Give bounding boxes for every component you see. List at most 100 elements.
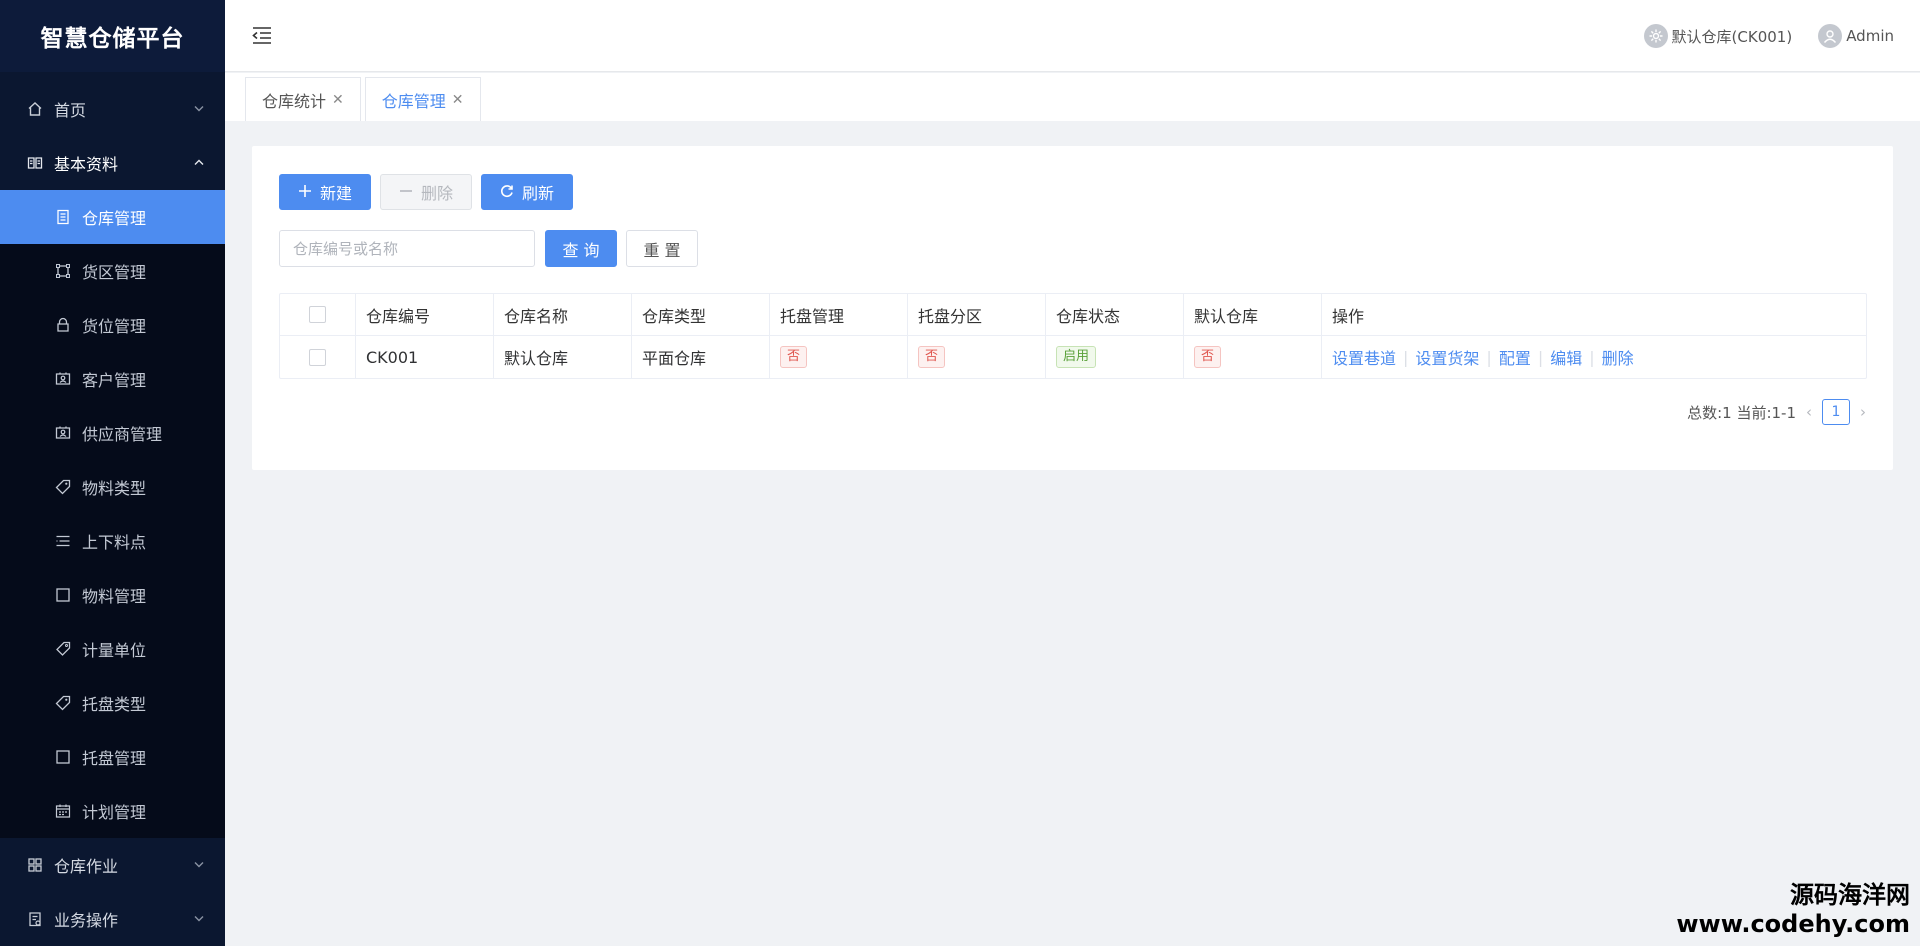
sidebar-item-plan-mgmt[interactable]: 计划管理 — [0, 784, 225, 838]
sidebar-item-warehouse-mgmt[interactable]: 仓库管理 — [0, 190, 225, 244]
contact-card-icon — [54, 424, 72, 442]
sidebar-item-location-mgmt[interactable]: 货位管理 — [0, 298, 225, 352]
lock-icon — [54, 316, 72, 334]
plus-icon — [298, 183, 312, 202]
list-icon — [54, 532, 72, 550]
page-number[interactable]: 1 — [1822, 399, 1850, 425]
grid-icon — [26, 856, 44, 874]
calendar-icon — [54, 802, 72, 820]
tab-warehouse-stats[interactable]: 仓库统计 ✕ — [245, 77, 361, 121]
cell-default: 否 — [1184, 336, 1322, 378]
menu-fold-icon[interactable] — [251, 24, 273, 46]
reset-button-label: 重 置 — [643, 240, 681, 260]
cell-type: 平面仓库 — [632, 336, 770, 378]
chevron-right-icon[interactable]: › — [1860, 403, 1866, 421]
sidebar-item-area-mgmt[interactable]: 货区管理 — [0, 244, 225, 298]
current-warehouse-label: 默认仓库(CK001) — [1671, 27, 1793, 46]
cell-status: 启用 — [1046, 336, 1184, 378]
sidebar-item-basic-data[interactable]: 基本资料 — [0, 136, 225, 190]
sidebar-item-label: 物料类型 — [82, 479, 147, 498]
user-name: Admin — [1846, 27, 1894, 45]
sidebar-item-business-ops[interactable]: 业务操作 — [0, 892, 225, 946]
sidebar-item-material-type[interactable]: 物料类型 — [0, 460, 225, 514]
cell-code: CK001 — [356, 336, 494, 378]
sidebar-item-loading-points[interactable]: 上下料点 — [0, 514, 225, 568]
query-button[interactable]: 查 询 — [545, 230, 617, 267]
column-header: 默认仓库 — [1184, 293, 1322, 336]
tag-icon — [54, 694, 72, 712]
sidebar-item-label: 货区管理 — [82, 263, 147, 282]
table-header-row: 仓库编号 仓库名称 仓库类型 托盘管理 托盘分区 仓库状态 默认仓库 操作 — [280, 293, 1866, 336]
close-icon[interactable]: ✕ — [332, 92, 344, 108]
column-header: 仓库编号 — [356, 293, 494, 336]
query-button-label: 查 询 — [562, 240, 600, 260]
cell-pallet-mgmt: 否 — [770, 336, 908, 378]
column-header: 操作 — [1332, 306, 1365, 326]
divider: | — [1486, 347, 1492, 367]
cell-name: 默认仓库 — [494, 336, 632, 378]
contact-card-icon — [54, 370, 72, 388]
chevron-left-icon[interactable]: ‹ — [1806, 403, 1812, 421]
column-header: 仓库名称 — [494, 293, 632, 336]
refresh-button-label: 刷新 — [521, 184, 554, 203]
delete-link[interactable]: 删除 — [1602, 345, 1634, 369]
new-button[interactable]: 新建 — [279, 174, 371, 210]
column-header: 仓库类型 — [632, 293, 770, 336]
row-checkbox-cell — [280, 336, 356, 378]
area-icon — [54, 262, 72, 280]
tab-warehouse-mgmt[interactable]: 仓库管理 ✕ — [364, 77, 481, 121]
refresh-button[interactable]: 刷新 — [481, 174, 573, 210]
pagination-summary: 总数:1 当前:1-1 — [1687, 403, 1796, 422]
watermark-line1: 源码海洋网 — [1790, 881, 1910, 909]
refresh-icon — [500, 183, 514, 202]
tab-bar: 仓库统计 ✕ 仓库管理 ✕ — [225, 73, 1920, 121]
delete-button-label: 删除 — [420, 184, 453, 203]
status-badge: 否 — [918, 346, 946, 368]
header-right: 默认仓库(CK001) Admin — [1643, 0, 1894, 72]
reset-button[interactable]: 重 置 — [626, 230, 698, 267]
sidebar-item-pallet-mgmt[interactable]: 托盘管理 — [0, 730, 225, 784]
status-badge: 否 — [780, 346, 808, 368]
user-menu[interactable]: Admin — [1818, 24, 1894, 48]
sidebar-item-label: 计量单位 — [82, 641, 147, 660]
search-input[interactable] — [279, 230, 535, 267]
tag-icon — [54, 478, 72, 496]
row-checkbox[interactable] — [309, 348, 326, 366]
gear-icon — [1643, 24, 1668, 48]
header-checkbox-cell — [280, 293, 356, 336]
column-header: 托盘分区 — [908, 293, 1046, 336]
new-button-label: 新建 — [319, 184, 352, 203]
sidebar-item-label: 供应商管理 — [82, 425, 163, 444]
app-logo-title: 智慧仓储平台 — [0, 0, 225, 72]
sidebar-item-pallet-type[interactable]: 托盘类型 — [0, 676, 225, 730]
set-aisle-link[interactable]: 设置巷道 — [1332, 345, 1396, 369]
document-icon — [54, 208, 72, 226]
delete-button[interactable]: 删除 — [380, 174, 472, 210]
sidebar-item-home[interactable]: 首页 — [0, 82, 225, 136]
divider: | — [1589, 347, 1595, 367]
chevron-down-icon — [193, 100, 205, 119]
column-header: 仓库状态 — [1046, 293, 1184, 336]
close-icon[interactable]: ✕ — [452, 92, 464, 108]
set-shelf-link[interactable]: 设置货架 — [1415, 345, 1479, 369]
warehouse-switcher[interactable]: 默认仓库(CK001) — [1643, 24, 1793, 48]
sidebar-item-label: 托盘管理 — [82, 749, 147, 768]
config-link[interactable]: 配置 — [1499, 345, 1531, 369]
top-header: 默认仓库(CK001) Admin — [225, 0, 1920, 72]
watermark-line2: www.codehy.com — [1676, 910, 1910, 938]
column-header: 托盘管理 — [770, 293, 908, 336]
clipboard-icon — [26, 910, 44, 928]
sidebar-item-label: 仓库管理 — [82, 209, 147, 228]
sidebar-item-customer-mgmt[interactable]: 客户管理 — [0, 352, 225, 406]
sidebar-item-warehouse-ops[interactable]: 仓库作业 — [0, 838, 225, 892]
book-icon — [26, 154, 44, 172]
sidebar-item-supplier-mgmt[interactable]: 供应商管理 — [0, 406, 225, 460]
sidebar-item-label: 上下料点 — [82, 533, 147, 552]
content-card: 新建 删除 刷新 查 询 重 置 仓库编号 仓库名称 仓库类型 托盘管理 托盘分… — [252, 146, 1893, 470]
edit-link[interactable]: 编辑 — [1550, 345, 1582, 369]
user-avatar-icon — [1818, 24, 1843, 48]
sidebar-item-material-mgmt[interactable]: 物料管理 — [0, 568, 225, 622]
sidebar-item-unit[interactable]: 计量单位 — [0, 622, 225, 676]
sidebar-item-label: 首页 — [54, 101, 87, 120]
select-all-checkbox[interactable] — [309, 306, 326, 323]
